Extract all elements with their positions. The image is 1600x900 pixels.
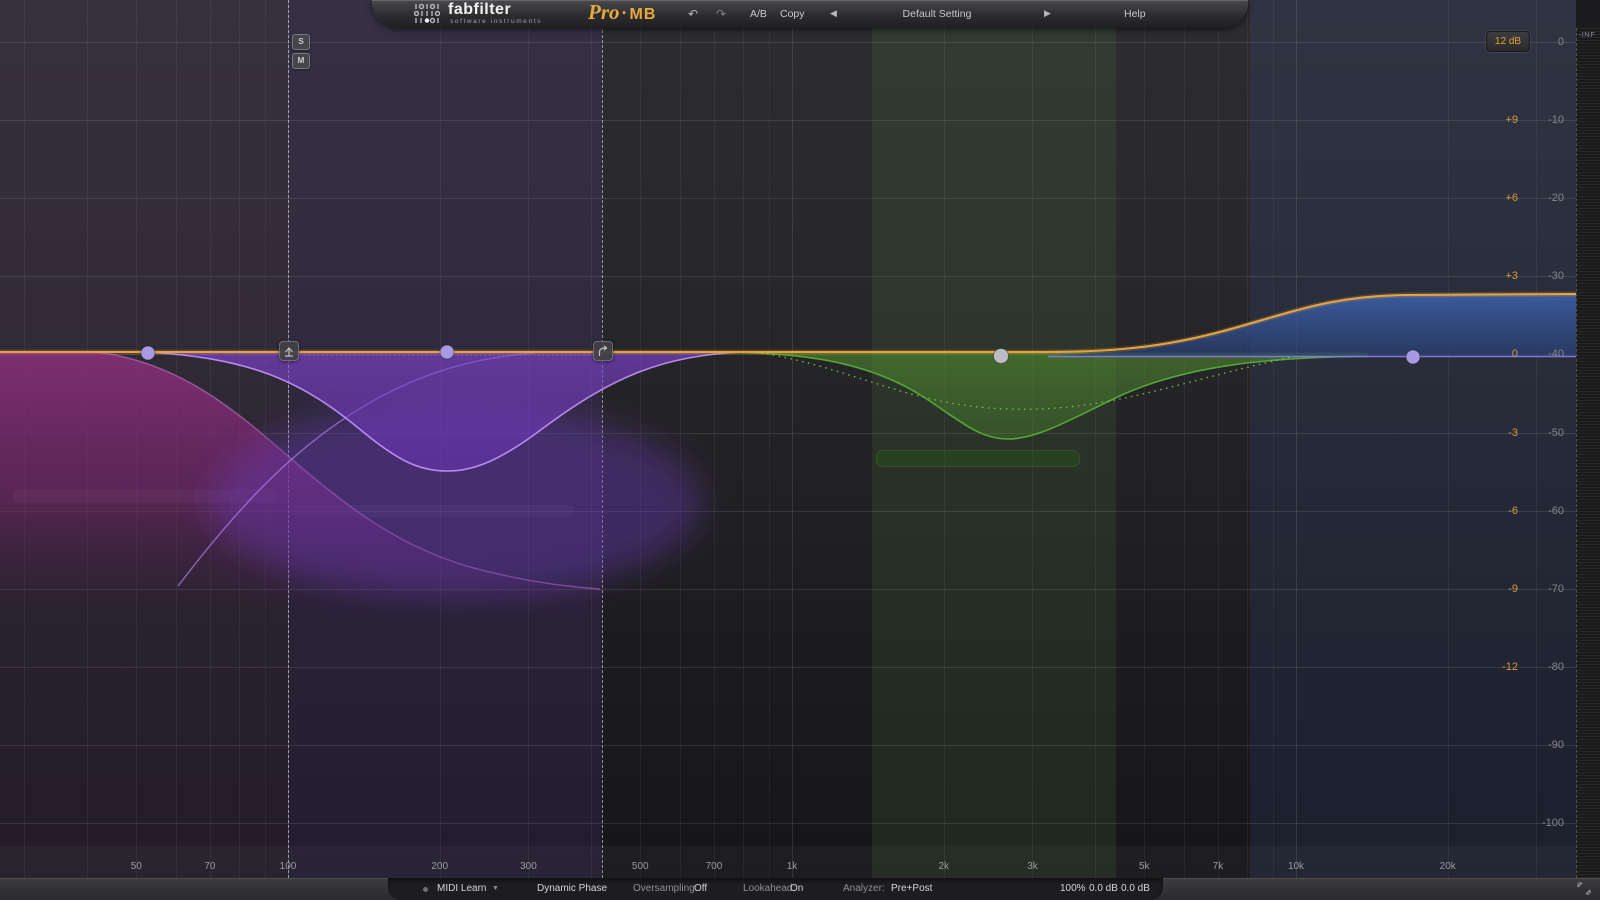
band3-fill bbox=[740, 352, 1368, 439]
gain-scale-label: +9 bbox=[1505, 114, 1518, 127]
crossover-curve-icon bbox=[598, 345, 608, 356]
preset-prev-icon[interactable]: ◀ bbox=[830, 0, 837, 28]
fabfilter-logo-icon bbox=[414, 3, 440, 24]
level-scale-label: -50 bbox=[1548, 426, 1564, 439]
level-scale-label: -100 bbox=[1541, 817, 1564, 829]
freq-tick-label: 50 bbox=[130, 861, 142, 872]
freq-tick-label: 200 bbox=[431, 861, 449, 872]
gain-scale-label: -9 bbox=[1508, 582, 1518, 595]
product-name-dot: · bbox=[621, 3, 628, 23]
gain-scale-label: -6 bbox=[1508, 504, 1518, 517]
crossover1-drag-handle[interactable] bbox=[279, 341, 299, 361]
multiband-display[interactable]: S M 50 70 100 200 300 500 700 1k 2k 3k 5k 7k 10k 20k +… bbox=[0, 0, 1576, 878]
output-gain-value[interactable]: 0.0 dB bbox=[1121, 878, 1150, 900]
gain-scale-label: -12 bbox=[1502, 660, 1518, 673]
midi-learn-caret-icon[interactable]: ▼ bbox=[492, 878, 499, 900]
band-curves-canvas bbox=[0, 291, 1576, 640]
freq-tick-label: 70 bbox=[204, 861, 216, 872]
product-name-pro: Pro bbox=[588, 0, 620, 24]
redo-icon[interactable]: ↷ bbox=[716, 0, 726, 28]
freq-tick-label: 1k bbox=[786, 861, 798, 872]
level-scale-label: -90 bbox=[1548, 738, 1564, 751]
lookahead-label: Lookahead: bbox=[743, 883, 796, 894]
analyzer-value[interactable]: Pre+Post bbox=[891, 878, 932, 900]
freq-tick-label: 7k bbox=[1212, 861, 1224, 872]
level-scale-label: -20 bbox=[1548, 192, 1564, 205]
product-name-mb: MB bbox=[629, 6, 657, 23]
meter-top-spacer bbox=[1576, 0, 1600, 28]
title-bar: fabfilter software instruments Pro · MB ↶ … bbox=[372, 0, 1248, 28]
level-scale-label: -30 bbox=[1548, 270, 1564, 283]
undo-icon[interactable]: ↶ bbox=[688, 0, 698, 28]
bottom-bar: MIDI Learn ▼ Dynamic Phase Oversampling:… bbox=[0, 878, 1600, 900]
level-scale-label: -10 bbox=[1548, 114, 1564, 127]
crossover2-drag-handle[interactable] bbox=[593, 341, 613, 361]
meter-inf-label: -INF bbox=[1578, 30, 1596, 39]
freq-tick-label: 5k bbox=[1138, 861, 1150, 872]
help-button[interactable]: Help bbox=[1124, 0, 1146, 28]
lookahead-value[interactable]: On bbox=[790, 878, 803, 900]
solo-button[interactable]: S bbox=[292, 34, 310, 50]
level-scale-label: -40 bbox=[1548, 348, 1564, 361]
freq-tick-label: 300 bbox=[520, 861, 537, 872]
mix-value[interactable]: 100% bbox=[1060, 878, 1086, 900]
freq-tick-label: 3k bbox=[1027, 861, 1038, 872]
brand-name: fabfilter bbox=[448, 1, 512, 18]
gain-scale-label: +6 bbox=[1505, 192, 1518, 205]
level-scale-label: -80 bbox=[1548, 660, 1564, 673]
pro-mb-plugin-window: S M 50 70 100 200 300 500 700 1k 2k 3k 5k 7k 10k 20k +… bbox=[0, 0, 1600, 900]
band3-handle-dot[interactable] bbox=[993, 348, 1009, 364]
output-level-meter[interactable] bbox=[1576, 28, 1600, 878]
band2-handle-dot[interactable] bbox=[439, 344, 455, 360]
product-name: Pro · MB bbox=[588, 0, 656, 25]
gain-scale-label: 0 bbox=[1511, 348, 1518, 361]
gain-scale-label: +3 bbox=[1505, 270, 1518, 283]
display-range-button[interactable]: 12 dB bbox=[1486, 31, 1530, 52]
input-gain-value[interactable]: 0.0 dB bbox=[1089, 878, 1118, 900]
freq-tick-label: 10k bbox=[1287, 861, 1305, 872]
gain-scale-label: -3 bbox=[1508, 426, 1518, 439]
dynamic-phase-button[interactable]: Dynamic Phase bbox=[537, 878, 607, 900]
resize-handle-icon[interactable] bbox=[1576, 881, 1592, 896]
oversampling-label: Oversampling: bbox=[633, 883, 698, 894]
midi-learn-dot-icon bbox=[423, 887, 428, 892]
ab-compare-button[interactable]: A/B bbox=[750, 0, 767, 28]
analyzer-label: Analyzer: bbox=[843, 883, 885, 894]
freq-tick-label: 500 bbox=[631, 861, 649, 872]
preset-name[interactable]: Default Setting bbox=[862, 0, 1012, 28]
brand-subtitle: software instruments bbox=[450, 18, 542, 25]
level-scale-label: -60 bbox=[1548, 504, 1564, 517]
mute-button[interactable]: M bbox=[292, 53, 310, 69]
freq-tick-label: 20k bbox=[1439, 861, 1456, 872]
band1-handle-dot[interactable] bbox=[140, 345, 156, 361]
midi-learn-button[interactable]: MIDI Learn bbox=[437, 878, 486, 900]
level-scale-label: 0 bbox=[1557, 36, 1564, 48]
crossover-slope-icon bbox=[285, 347, 293, 357]
oversampling-value[interactable]: Off bbox=[694, 878, 707, 900]
level-scale-label: -70 bbox=[1548, 582, 1564, 595]
freq-tick-label: 2k bbox=[938, 861, 949, 872]
freq-tick-label: 700 bbox=[705, 861, 723, 872]
freq-tick-label: 100 bbox=[279, 861, 297, 872]
copy-button[interactable]: Copy bbox=[780, 0, 805, 28]
preset-next-icon[interactable]: ▶ bbox=[1044, 0, 1051, 28]
band4-handle-dot[interactable] bbox=[1405, 349, 1421, 365]
